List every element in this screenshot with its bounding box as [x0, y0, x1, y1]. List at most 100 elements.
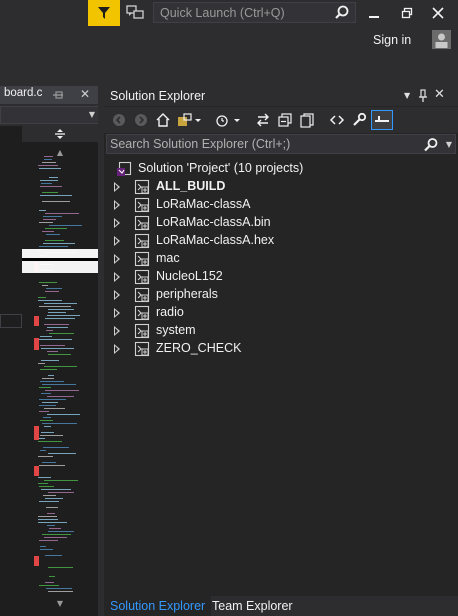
- home-icon: [156, 113, 170, 127]
- project-icon: [134, 197, 150, 213]
- back-button[interactable]: [110, 111, 128, 129]
- solution-node[interactable]: Solution 'Project' (10 projects): [104, 160, 458, 178]
- code-editor[interactable]: [0, 126, 22, 616]
- back-arrow-icon: [113, 114, 125, 126]
- solution-explorer-toolbar: [104, 107, 458, 133]
- expand-arrow-icon[interactable]: [114, 218, 120, 228]
- sign-in-link[interactable]: Sign in: [373, 33, 411, 47]
- panel-title: Solution Explorer: [110, 89, 206, 103]
- show-all-files-button[interactable]: [298, 111, 316, 129]
- expand-arrow-icon[interactable]: [114, 290, 120, 300]
- project-node[interactable]: system: [104, 322, 458, 340]
- search-placeholder: Search Solution Explorer (Ctrl+;): [110, 137, 291, 151]
- editor-navigation-dropdown[interactable]: ▼: [0, 106, 100, 124]
- project-icon: [134, 323, 150, 339]
- expand-arrow-icon[interactable]: [114, 182, 120, 192]
- solution-search-input[interactable]: Search Solution Explorer (Ctrl+;) ▼: [106, 134, 456, 154]
- project-node[interactable]: ZERO_CHECK: [104, 340, 458, 358]
- current-line-highlight: [0, 314, 22, 328]
- clock-filter-icon: [216, 115, 240, 127]
- title-bar: Quick Launch (Ctrl+Q) Sign in: [0, 0, 458, 84]
- expand-arrow-icon[interactable]: [114, 272, 120, 282]
- solution-explorer-header: Solution Explorer ▼ ✕: [104, 86, 458, 106]
- forward-button[interactable]: [132, 111, 150, 129]
- filter-icon: [98, 7, 110, 19]
- expand-arrow-icon[interactable]: [114, 200, 120, 210]
- project-label: radio: [156, 305, 184, 319]
- preview-icon: [375, 116, 389, 122]
- project-node[interactable]: LoRaMac-classA.bin: [104, 214, 458, 232]
- pin-icon[interactable]: [52, 90, 64, 100]
- project-icon: [134, 215, 150, 231]
- project-label: system: [156, 323, 196, 337]
- minimap-scrollbar[interactable]: ▲ ▼: [22, 126, 98, 616]
- pin-icon[interactable]: [418, 89, 428, 103]
- editor-tab[interactable]: board.c ✕: [0, 86, 100, 104]
- switch-views-icon: [178, 113, 201, 126]
- search-icon: [424, 138, 438, 152]
- project-node[interactable]: ALL_BUILD: [104, 178, 458, 196]
- properties-button[interactable]: [350, 111, 368, 129]
- preview-selected-items-button[interactable]: [371, 110, 393, 130]
- chevron-down-icon: ▼: [88, 110, 95, 119]
- restore-button[interactable]: [397, 4, 417, 22]
- collapse-all-icon: [278, 113, 292, 127]
- close-icon: [432, 7, 444, 19]
- feedback-icon[interactable]: [125, 4, 145, 22]
- project-icon: [134, 341, 150, 357]
- project-icon: [134, 287, 150, 303]
- project-label: ZERO_CHECK: [156, 341, 242, 355]
- code-brackets-icon: [329, 115, 345, 125]
- project-label: LoRaMac-classA.hex: [156, 233, 275, 247]
- solution-explorer-panel: Solution Explorer ▼ ✕ Search Solution Ex…: [104, 86, 458, 616]
- project-node[interactable]: NucleoL152: [104, 268, 458, 286]
- expand-arrow-icon[interactable]: [114, 344, 120, 354]
- window-position-dropdown-icon[interactable]: ▼: [404, 91, 410, 100]
- sync-with-document-button[interactable]: [254, 111, 272, 129]
- tab-solution-explorer[interactable]: Solution Explorer: [104, 596, 212, 616]
- minimize-button[interactable]: [364, 4, 384, 22]
- pending-changes-filter-button[interactable]: [214, 111, 242, 129]
- collapse-all-button[interactable]: [276, 111, 294, 129]
- editor-tab-label: board.c: [4, 87, 43, 99]
- quick-launch-placeholder: Quick Launch (Ctrl+Q): [160, 5, 285, 20]
- switch-views-button[interactable]: [176, 111, 202, 129]
- solution-icon: [117, 161, 132, 176]
- solution-label: Solution 'Project' (10 projects): [138, 161, 304, 175]
- project-label: NucleoL152: [156, 269, 223, 283]
- close-window-button[interactable]: [428, 4, 448, 22]
- bottom-tab-strip: Solution Explorer Team Explorer: [104, 596, 458, 616]
- project-label: peripherals: [156, 287, 218, 301]
- close-tab-icon[interactable]: ✕: [80, 87, 90, 101]
- project-node[interactable]: LoRaMac-classA.hex: [104, 232, 458, 250]
- avatar[interactable]: [432, 30, 451, 49]
- project-node[interactable]: mac: [104, 250, 458, 268]
- sync-icon: [257, 113, 269, 127]
- project-label: mac: [156, 251, 180, 265]
- project-icon: [134, 251, 150, 267]
- project-node[interactable]: radio: [104, 304, 458, 322]
- project-icon: [134, 269, 150, 285]
- minimap-viewport[interactable]: [22, 249, 98, 273]
- expand-arrow-icon[interactable]: [114, 308, 120, 318]
- tab-team-explorer[interactable]: Team Explorer: [206, 596, 299, 616]
- home-button[interactable]: [154, 111, 172, 129]
- view-code-button[interactable]: [328, 111, 346, 129]
- expand-arrow-icon[interactable]: [114, 236, 120, 246]
- minimap-code-preview: [34, 156, 82, 592]
- project-icon: [134, 233, 150, 249]
- expand-arrow-icon[interactable]: [114, 326, 120, 336]
- user-icon: [435, 33, 448, 48]
- quick-launch-input[interactable]: Quick Launch (Ctrl+Q): [153, 2, 356, 23]
- project-node[interactable]: LoRaMac-classA: [104, 196, 458, 214]
- minimize-icon: [369, 16, 379, 18]
- project-label: ALL_BUILD: [156, 179, 226, 193]
- close-panel-icon[interactable]: ✕: [434, 87, 445, 102]
- forward-arrow-icon: [135, 114, 147, 126]
- expand-arrow-icon[interactable]: [114, 254, 120, 264]
- project-icon: [134, 305, 150, 321]
- project-node[interactable]: peripherals: [104, 286, 458, 304]
- filter-button[interactable]: [88, 0, 120, 26]
- search-options-dropdown-icon[interactable]: ▼: [446, 140, 452, 149]
- scroll-down-arrow-icon[interactable]: ▼: [22, 599, 98, 608]
